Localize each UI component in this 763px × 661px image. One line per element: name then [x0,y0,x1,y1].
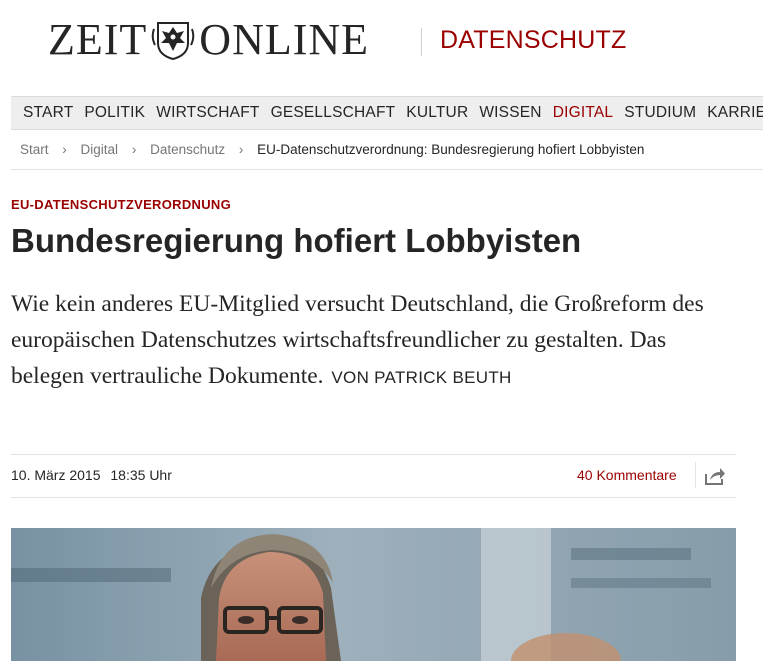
share-divider [695,462,696,488]
meta-divider-top [11,454,736,455]
logo-text-online: ONLINE [199,14,370,64]
nav-item-wissen[interactable]: WISSEN [479,104,541,122]
breadcrumb-datenschutz[interactable]: Datenschutz [150,142,225,157]
breadcrumb-current: EU-Datenschutzverordnung: Bundesregierun… [257,142,645,157]
share-icon[interactable] [704,466,726,486]
nav-item-gesellschaft[interactable]: GESELLSCHAFT [271,104,396,122]
article-headline: Bundesregierung hofiert Lobbyisten [11,222,582,259]
ressort-title[interactable]: DATENSCHUTZ [440,26,626,55]
article-author[interactable]: VON PATRICK BEUTH [331,368,511,387]
nav-item-politik[interactable]: POLITIK [84,104,145,122]
logo-text-zeit: ZEIT [48,14,148,64]
article-summary: Wie kein anderes EU-Mitglied versucht De… [11,286,731,396]
nav-item-karriere[interactable]: KARRIERE [707,104,763,122]
breadcrumb-separator: › [131,142,137,157]
nav-item-studium[interactable]: STUDIUM [624,104,696,122]
nav-item-wirtschaft[interactable]: WIRTSCHAFT [156,104,259,122]
breadcrumb: Start › Digital › Datenschutz › EU-Daten… [20,142,644,157]
meta-divider-bottom [11,497,736,498]
main-navigation: START POLITIK WIRTSCHAFT GESELLSCHAFT KU… [11,96,763,130]
zeit-online-logo[interactable]: ZEIT ONLINE [48,14,369,64]
publish-date: 10. März 2015 [11,467,101,483]
nav-item-kultur[interactable]: KULTUR [406,104,468,122]
breadcrumb-separator: › [62,142,67,157]
article-photo [11,528,736,661]
nav-item-start[interactable]: START [23,104,73,122]
article-metadata: 10. März 2015 18:35 Uhr [11,467,172,483]
nav-item-digital[interactable]: DIGITAL [553,104,614,122]
publish-time: 18:35 Uhr [110,467,172,483]
comments-link[interactable]: 40 Kommentare [577,467,677,483]
masthead-divider [421,28,422,56]
article-kicker: EU-DATENSCHUTZVERORDNUNG [11,197,232,212]
breadcrumb-divider [11,169,763,170]
breadcrumb-separator: › [238,142,244,157]
breadcrumb-start[interactable]: Start [20,142,49,157]
eagle-crest-icon [152,22,195,61]
breadcrumb-digital[interactable]: Digital [81,142,119,157]
masthead: ZEIT ONLINE DATENSCHUTZ [0,0,763,82]
